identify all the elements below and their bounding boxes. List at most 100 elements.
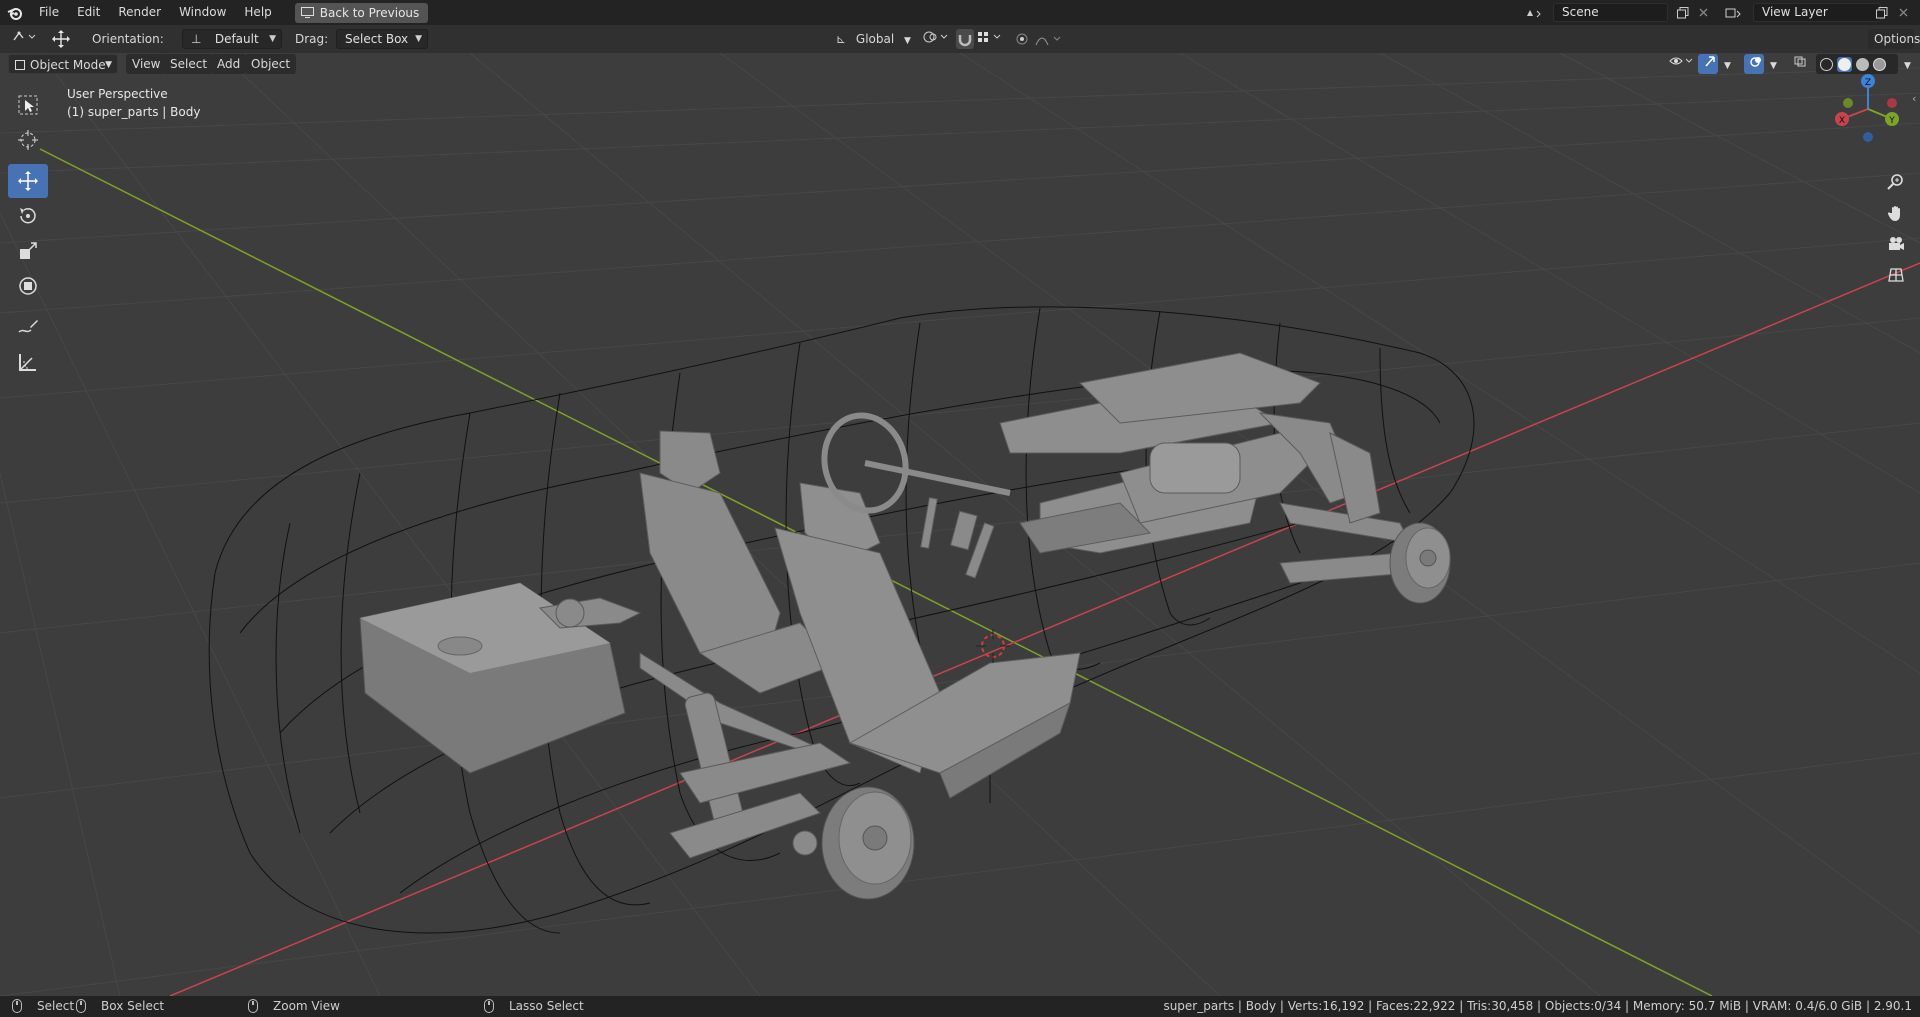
blender-logo-icon[interactable] <box>0 0 30 25</box>
engine-block[interactable] <box>999 352 1321 554</box>
menu-view[interactable]: View <box>126 54 167 74</box>
transform-orientation-dropdown[interactable]: ⊾ Global ▼ <box>836 29 914 49</box>
back-to-previous-button[interactable]: Back to Previous <box>294 2 429 23</box>
camera-view-button[interactable] <box>1882 230 1910 258</box>
move-tool[interactable] <box>8 164 48 198</box>
measure-tool[interactable] <box>8 345 48 379</box>
pivot-icon <box>923 31 948 43</box>
3d-cursor-icon[interactable] <box>976 629 1010 663</box>
editor-type-button[interactable] <box>12 29 42 49</box>
delete-view-layer-icon[interactable] <box>1892 3 1914 22</box>
menu-edit[interactable]: Edit <box>68 0 109 25</box>
new-scene-icon[interactable] <box>1672 3 1694 22</box>
tool-settings-header: Orientation: ⊥ Default ▼ Drag: Select Bo… <box>0 25 1920 66</box>
overlays-toggle[interactable] <box>1744 54 1764 74</box>
menu-select[interactable]: Select <box>164 54 214 74</box>
rotate-tool[interactable] <box>8 199 48 233</box>
viewport-header: Object Mode ▼ View Select Add Object ▼ ▼… <box>0 53 1920 77</box>
overlays-dropdown[interactable]: ▼ <box>1764 54 1780 74</box>
gizmo-dropdown[interactable]: ▼ <box>1718 54 1734 74</box>
orientation-axes-icon: ⊥ <box>191 32 202 46</box>
global-axes-icon: ⊾ <box>836 32 847 46</box>
steering-wheel[interactable] <box>814 406 1011 519</box>
annotate-tool[interactable] <box>8 310 48 344</box>
navigation-gizmo[interactable]: Z X Y <box>1830 73 1900 145</box>
transform-tool[interactable] <box>8 269 48 303</box>
annotate-pencil-icon <box>18 320 38 333</box>
scene-name-field[interactable]: Scene <box>1553 3 1668 22</box>
overlays-icon <box>1750 57 1761 67</box>
falloff-curve-icon <box>1035 36 1061 46</box>
orientation-value: Default <box>214 32 259 46</box>
mode-dropdown[interactable]: Object Mode ▼ <box>8 54 118 74</box>
proportional-icon <box>1016 33 1028 45</box>
zoom-view-button[interactable] <box>1882 168 1910 196</box>
material-shading-icon[interactable] <box>1856 57 1869 71</box>
shading-dropdown[interactable]: ▼ <box>1898 54 1914 74</box>
top-menu-bar: File Edit Render Window Help Back to Pre… <box>0 0 1920 25</box>
chevron-down-icon: ▼ <box>904 36 911 46</box>
chevron-down-icon: ▼ <box>415 34 422 44</box>
select-box-icon <box>18 95 38 115</box>
options-dropdown[interactable]: Options ▼ <box>1868 29 1920 66</box>
proportional-falloff-dropdown[interactable] <box>1034 29 1064 49</box>
transform-icon <box>19 277 37 295</box>
menu-render[interactable]: Render <box>109 0 170 25</box>
chevron-down-icon: ▼ <box>1904 61 1911 71</box>
pan-view-button[interactable] <box>1882 199 1910 227</box>
drag-label: Drag: <box>295 32 329 46</box>
shading-modes <box>1816 54 1898 74</box>
snap-toggle[interactable] <box>956 29 974 49</box>
scale-icon <box>20 242 37 259</box>
active-tool-move-icon[interactable] <box>50 29 72 49</box>
magnifier-icon <box>1887 174 1903 190</box>
gizmo-icon <box>1705 56 1715 67</box>
visibility-dropdown[interactable] <box>1663 54 1693 74</box>
menu-add[interactable]: Add <box>211 54 247 74</box>
rotate-icon <box>20 208 36 224</box>
rendered-shading-icon[interactable] <box>1873 57 1886 71</box>
new-view-layer-icon[interactable] <box>1871 3 1893 22</box>
viewport-scene[interactable] <box>0 53 1920 996</box>
mode-value: Object Mode <box>30 58 106 72</box>
rear-wheel-hub[interactable] <box>821 786 915 900</box>
transform-orientation-value: Global <box>855 32 895 46</box>
orientation-dropdown[interactable]: ⊥ Default ▼ <box>182 29 282 49</box>
drag-dropdown[interactable]: Select Box ▼ <box>336 29 428 49</box>
3d-viewport[interactable]: User Perspective (1) super_parts | Body … <box>0 53 1920 996</box>
active-object-label: (1) super_parts | Body <box>67 105 201 119</box>
select-box-tool[interactable] <box>8 88 48 122</box>
measure-ruler-icon <box>19 354 36 371</box>
gizmo-toggle[interactable] <box>1698 54 1718 74</box>
xray-toggle[interactable] <box>1788 54 1808 74</box>
wireframe-shading-icon[interactable] <box>1820 57 1833 71</box>
proportional-editing-toggle[interactable] <box>1015 29 1031 49</box>
toggle-perspective-button[interactable] <box>1882 261 1910 289</box>
drag-value: Select Box <box>345 32 409 46</box>
pivot-point-dropdown[interactable] <box>922 29 952 49</box>
scale-tool[interactable] <box>8 234 48 268</box>
menu-file[interactable]: File <box>30 0 68 25</box>
gizmo-z-label: Z <box>1865 78 1871 88</box>
chevron-down-icon: ▼ <box>1770 61 1777 71</box>
pedals[interactable] <box>920 497 995 579</box>
snap-target-dropdown[interactable] <box>976 29 1006 49</box>
view-layer-name-field[interactable]: View Layer <box>1753 3 1881 22</box>
view-layer-browse-button[interactable] <box>1723 3 1745 22</box>
cursor-tool[interactable] <box>8 123 48 157</box>
sidebar-expand-icon[interactable]: ‹ <box>1912 92 1916 105</box>
status-zoom-view-label: Zoom View <box>273 999 340 1013</box>
scene-browse-button[interactable] <box>1523 3 1545 22</box>
front-wheel-hub[interactable] <box>1389 522 1451 604</box>
menu-object[interactable]: Object <box>245 54 297 74</box>
mouse-left-icon <box>12 999 22 1013</box>
delete-scene-icon[interactable] <box>1692 3 1714 22</box>
mouse-middle-icon <box>248 999 258 1013</box>
menu-help[interactable]: Help <box>235 0 280 25</box>
menu-window[interactable]: Window <box>170 0 235 25</box>
solid-shading-icon[interactable] <box>1837 56 1852 72</box>
chevron-down-icon: ▼ <box>105 60 112 70</box>
mouse-drag-icon <box>76 999 86 1013</box>
back-to-previous-label: Back to Previous <box>319 5 420 20</box>
orientation-label: Orientation: <box>92 32 164 46</box>
